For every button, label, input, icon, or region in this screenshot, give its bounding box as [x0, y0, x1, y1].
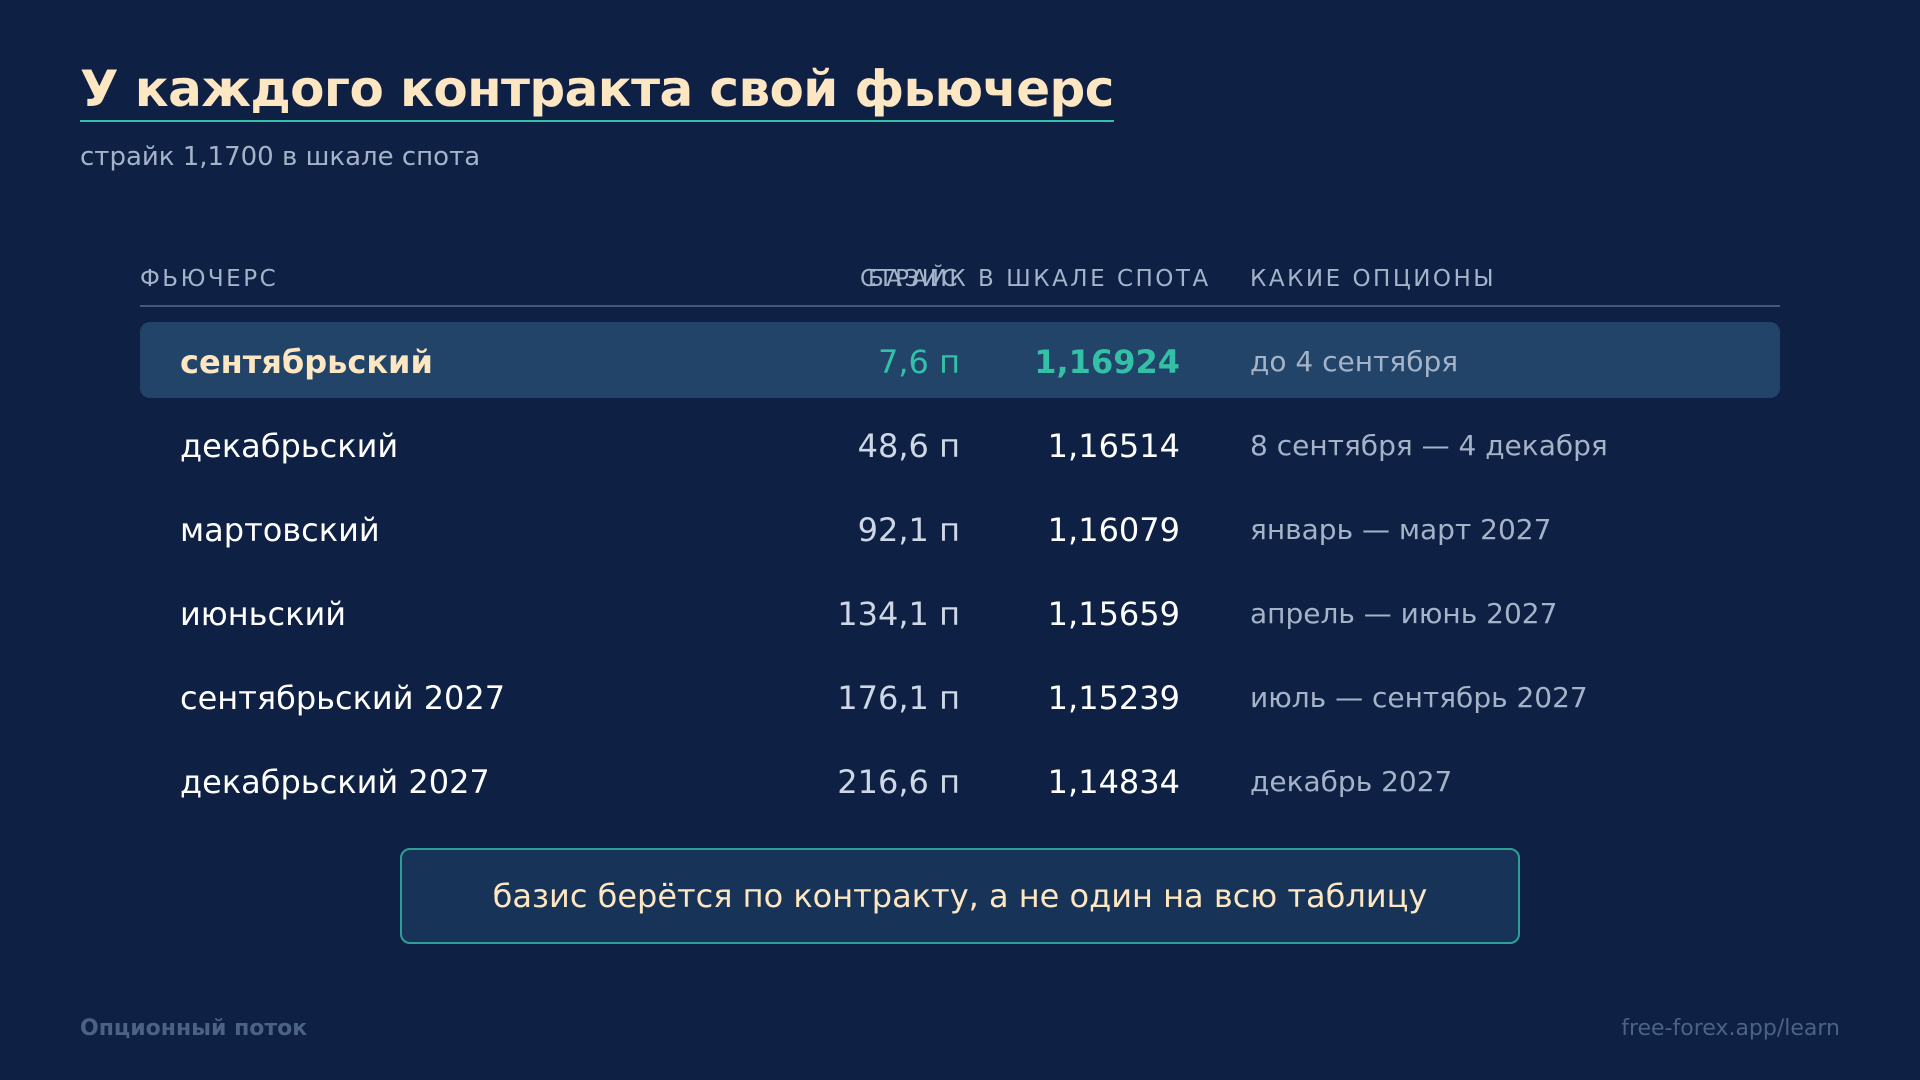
- note-text: базис берётся по контракту, а не один на…: [492, 877, 1428, 915]
- strike-cell: 1,16924: [1034, 343, 1180, 381]
- table-row: мартовский 92,1 п 1,16079 январь — март …: [140, 490, 1780, 566]
- basis-cell: 134,1 п: [837, 595, 960, 633]
- strike-cell: 1,16514: [1047, 427, 1180, 465]
- options-cell: декабрь 2027: [1250, 765, 1453, 798]
- basis-cell: 176,1 п: [837, 679, 960, 717]
- futures-table: ФЬЮЧЕРС БАЗИС СТРАЙК В ШКАЛЕ СПОТА КАКИЕ…: [140, 260, 1780, 826]
- table-row: июньский 134,1 п 1,15659 апрель — июнь 2…: [140, 574, 1780, 650]
- basis-cell: 7,6 п: [878, 343, 960, 381]
- page-title: У каждого контракта свой фьючерс: [80, 58, 1114, 122]
- table-row: декабрьский 48,6 п 1,16514 8 сентября — …: [140, 406, 1780, 482]
- column-header-options: КАКИЕ ОПЦИОНЫ: [1250, 266, 1497, 292]
- table-body: сентябрьский 7,6 п 1,16924 до 4 сентября…: [140, 322, 1780, 818]
- futures-name-cell: декабрьский 2027: [180, 763, 490, 801]
- table-row: декабрьский 2027 216,6 п 1,14834 декабрь…: [140, 742, 1780, 818]
- options-cell: 8 сентября — 4 декабря: [1250, 429, 1608, 462]
- basis-cell: 92,1 п: [857, 511, 960, 549]
- options-cell: апрель — июнь 2027: [1250, 597, 1558, 630]
- strike-cell: 1,15659: [1047, 595, 1180, 633]
- options-cell: июль — сентябрь 2027: [1250, 681, 1588, 714]
- options-cell: январь — март 2027: [1250, 513, 1552, 546]
- table-row: сентябрьский 2027 176,1 п 1,15239 июль —…: [140, 658, 1780, 734]
- footer-link[interactable]: free-forex.app/learn: [1621, 1016, 1840, 1041]
- options-cell: до 4 сентября: [1250, 345, 1459, 378]
- strike-cell: 1,15239: [1047, 679, 1180, 717]
- basis-cell: 48,6 п: [857, 427, 960, 465]
- strike-cell: 1,16079: [1047, 511, 1180, 549]
- futures-name-cell: сентябрьский: [180, 343, 433, 381]
- table-header: ФЬЮЧЕРС БАЗИС СТРАЙК В ШКАЛЕ СПОТА КАКИЕ…: [140, 260, 1780, 307]
- footer-brand: Опционный поток: [80, 1016, 308, 1041]
- futures-name-cell: июньский: [180, 595, 347, 633]
- basis-cell: 216,6 п: [837, 763, 960, 801]
- table-row: сентябрьский 7,6 п 1,16924 до 4 сентября: [140, 322, 1780, 398]
- strike-cell: 1,14834: [1047, 763, 1180, 801]
- futures-name-cell: декабрьский: [180, 427, 399, 465]
- column-header-strike: СТРАЙК В ШКАЛЕ СПОТА: [860, 266, 1211, 292]
- futures-name-cell: сентябрьский 2027: [180, 679, 506, 717]
- column-header-futures: ФЬЮЧЕРС: [140, 266, 279, 292]
- page-subtitle: страйк 1,1700 в шкале спота: [80, 142, 481, 172]
- note-box: базис берётся по контракту, а не один на…: [400, 848, 1520, 944]
- futures-name-cell: мартовский: [180, 511, 380, 549]
